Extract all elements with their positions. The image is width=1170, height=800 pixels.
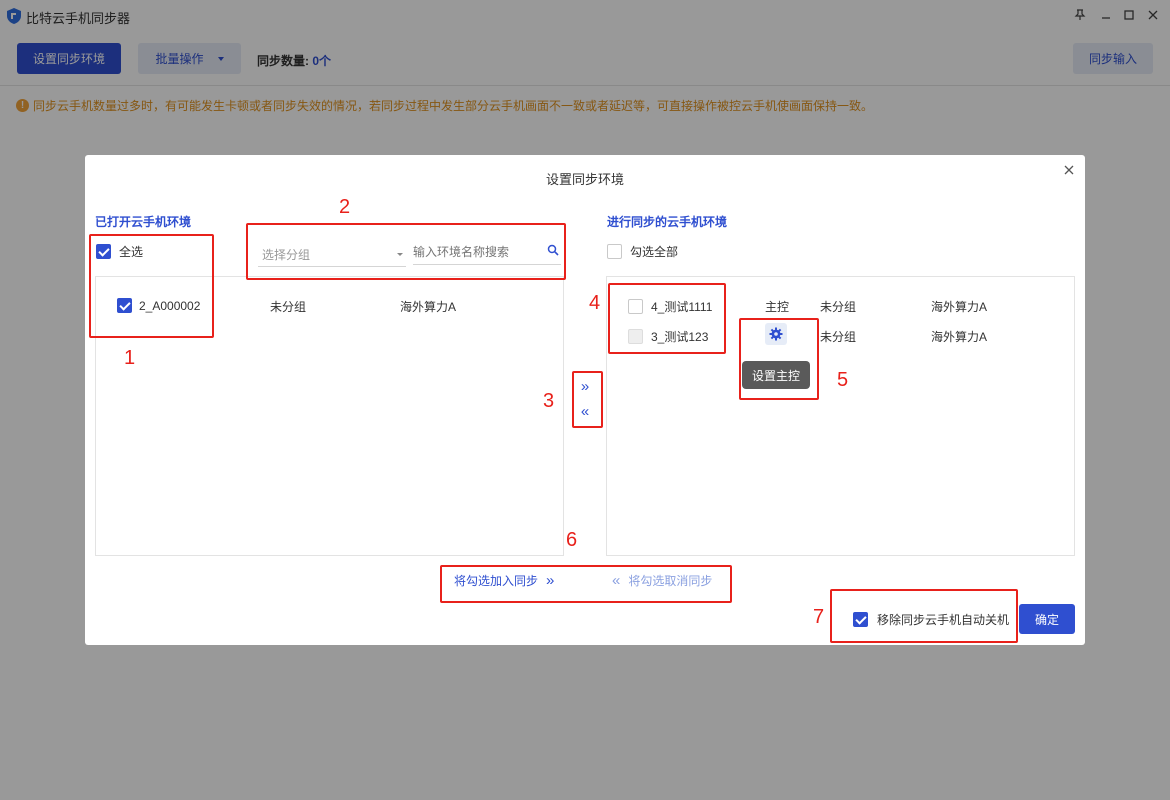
- env-proxy: 海外算力A: [931, 300, 988, 314]
- env-proxy: 海外算力A: [931, 330, 988, 344]
- annotation-box-3: [572, 371, 603, 428]
- annotation-number-6: 6: [566, 529, 578, 551]
- annotation-box-1: [89, 234, 214, 338]
- env-group: 未分组: [270, 300, 307, 314]
- check-all-checkbox[interactable]: [607, 244, 622, 259]
- env-group: 未分组: [820, 300, 857, 314]
- annotation-number-3: 3: [543, 390, 555, 412]
- annotation-number-5: 5: [837, 369, 849, 391]
- master-label: 主控: [765, 300, 790, 314]
- annotation-box-4: [608, 283, 726, 354]
- opened-envs-title: 已打开云手机环境: [95, 215, 192, 229]
- annotation-number-4: 4: [589, 292, 601, 314]
- sync-envs-title: 进行同步的云手机环境: [607, 215, 728, 229]
- env-proxy: 海外算力A: [400, 300, 457, 314]
- annotation-number-2: 2: [339, 196, 351, 218]
- annotation-box-7: [830, 589, 1018, 643]
- env-group: 未分组: [820, 330, 857, 344]
- confirm-button[interactable]: 确定: [1019, 604, 1075, 634]
- annotation-box-2: [246, 223, 566, 280]
- dialog-title: 设置同步环境: [545, 172, 624, 187]
- annotation-number-7: 7: [813, 606, 825, 628]
- annotation-box-6: [440, 565, 732, 603]
- annotation-box-5: [739, 318, 819, 400]
- check-all-label: 勾选全部: [630, 245, 679, 259]
- close-icon[interactable]: [1061, 162, 1077, 178]
- check-all-row[interactable]: 勾选全部: [607, 243, 678, 260]
- annotation-number-1: 1: [124, 347, 136, 369]
